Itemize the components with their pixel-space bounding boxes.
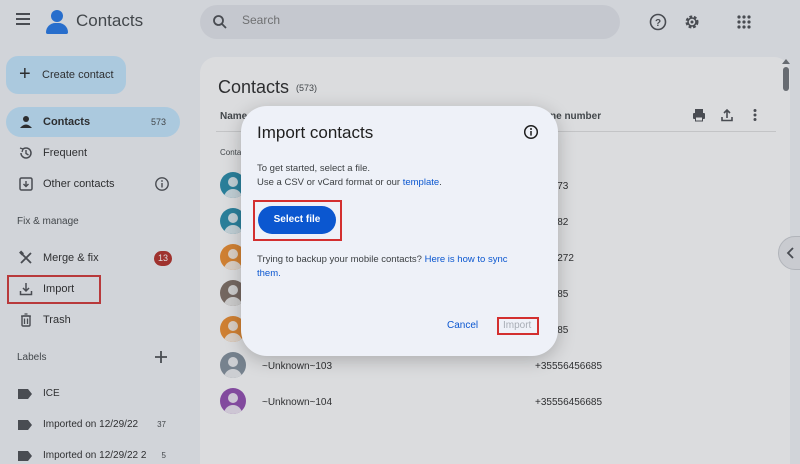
select-file-highlight-box xyxy=(253,200,342,241)
format-suffix: . xyxy=(439,177,442,188)
backup-text: Trying to backup your mobile contacts? xyxy=(257,254,425,265)
info-icon[interactable] xyxy=(523,124,539,140)
sync-help-link-cont[interactable]: them. xyxy=(257,268,281,279)
format-text: Use a CSV or vCard format or our xyxy=(257,177,403,188)
backup-text-line-2: them. xyxy=(257,268,281,279)
sync-help-link[interactable]: Here is how to sync xyxy=(425,254,508,265)
dialog-title: Import contacts xyxy=(257,123,374,142)
backup-text-line: Trying to backup your mobile contacts? H… xyxy=(257,254,507,265)
template-link[interactable]: template xyxy=(403,177,439,188)
import-button-highlight-box xyxy=(497,317,539,335)
dialog-format-line: Use a CSV or vCard format or our templat… xyxy=(257,177,442,188)
import-contacts-dialog: Import contacts To get started, select a… xyxy=(241,106,558,356)
dialog-instructions: To get started, select a file. xyxy=(257,163,371,174)
cancel-button[interactable]: Cancel xyxy=(447,320,478,331)
